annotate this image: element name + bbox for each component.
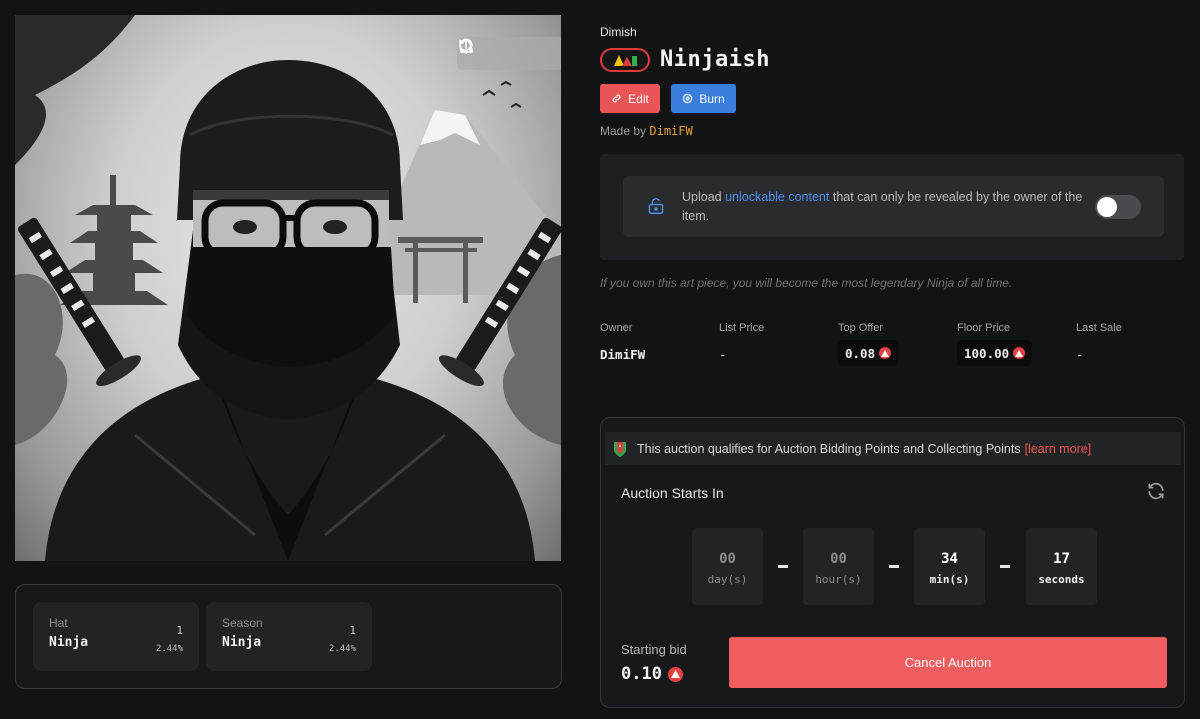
avax-icon [667,666,683,682]
floor-price-label: Floor Price [957,322,1011,334]
edit-label: Edit [628,91,649,106]
auction-points-text: This auction qualifies for Auction Biddi… [637,441,1021,456]
points-badge-icon [611,440,629,458]
cancel-auction-button[interactable]: Cancel Auction [729,637,1167,688]
list-price-value: - [719,347,727,362]
countdown-unit: hour(s) [815,573,862,586]
trait-name: Season [222,616,263,630]
countdown-value: 00 [830,551,847,567]
refresh-icon[interactable] [1146,481,1166,506]
top-offer-pill[interactable]: 0.08 [838,340,899,366]
made-by: Made by DimiFW [600,124,693,138]
trait-card[interactable]: Season Ninja 1 2.44% [206,602,372,671]
list-price-label: List Price [719,322,765,334]
countdown-seconds: 17 seconds [1026,528,1097,605]
countdown-unit: seconds [1038,573,1085,586]
owner-label: Owner [600,322,633,334]
countdown-value: 34 [941,551,958,567]
zoom-icon[interactable] [459,39,525,66]
artwork-toolbar [457,37,561,70]
stat-top-offer: Top Offer [838,322,883,334]
unlockable-text-before: Upload [682,190,722,204]
share-icon[interactable] [460,38,557,66]
trait-card[interactable]: Hat Ninja 1 2.44% [33,602,199,671]
trait-name: Hat [49,616,68,630]
unlockable-text: Upload unlockable content that can only … [682,188,1102,226]
auction-starts-label: Auction Starts In [621,485,724,501]
floor-price-value: 100.00 [964,345,1010,361]
learn-more-link[interactable]: [learn more] [1025,442,1092,456]
item-description: If you own this art piece, you will beco… [600,276,1013,290]
top-offer-label: Top Offer [838,322,884,334]
made-by-prefix: Made by [600,124,647,138]
unlockable-content-link[interactable]: unlockable content [725,190,829,204]
collection-name[interactable]: Dimish [600,25,637,39]
edit-button[interactable]: Edit [600,84,660,113]
title-row: Ninjaish [600,47,770,72]
countdown-hours: 00 hour(s) [803,528,874,605]
starting-bid-label: Starting bid [621,642,687,657]
countdown-separator [889,565,899,568]
burn-label: Burn [699,91,725,106]
trait-count: 1 [176,624,183,637]
toggle-knob [1097,197,1117,217]
stat-owner: Owner DimiFW [600,322,645,362]
ninja-illustration [15,15,561,561]
burn-icon [683,93,693,104]
starting-bid: 0.10 [621,664,683,684]
owner-value[interactable]: DimiFW [600,347,645,362]
last-sale-label: Last Sale [1076,322,1122,334]
unlockable-toggle[interactable] [1095,195,1141,219]
nft-artwork[interactable] [15,15,561,561]
link-icon [612,94,621,103]
countdown-value: 00 [719,551,736,567]
starting-bid-value: 0.10 [621,664,662,684]
item-title: Ninjaish [660,47,770,72]
stat-last-sale: Last Sale - [1076,322,1122,362]
trait-percent: 2.44% [328,644,356,654]
avax-icon [1013,347,1026,359]
burn-button[interactable]: Burn [671,84,736,113]
countdown-days: 00 day(s) [692,528,763,605]
countdown-value: 17 [1053,551,1070,567]
creator-link[interactable]: DimiFW [649,124,692,138]
trait-percent: 2.44% [155,644,183,654]
trait-count: 1 [349,624,356,637]
traits-panel: Hat Ninja 1 2.44% Season Ninja 1 2.44% [15,584,562,689]
unlockable-section: Upload unlockable content that can only … [600,154,1184,260]
unlockable-card: Upload unlockable content that can only … [623,176,1164,237]
unlock-icon [647,198,665,219]
top-offer-value: 0.08 [845,345,876,361]
stat-list-price: List Price - [719,322,764,362]
countdown-separator [1000,565,1010,568]
floor-price-pill[interactable]: 100.00 [957,340,1033,366]
countdown-separator [778,565,788,568]
last-sale-value: - [1076,347,1084,362]
avax-icon [879,347,892,359]
collection-logo-icon [600,47,650,72]
auction-points-banner: This auction qualifies for Auction Biddi… [605,432,1181,465]
stat-floor-price: Floor Price [957,322,1010,334]
auction-panel: This auction qualifies for Auction Biddi… [600,417,1185,708]
countdown-unit: day(s) [707,573,748,586]
countdown-unit: min(s) [929,573,970,586]
countdown-minutes: 34 min(s) [914,528,985,605]
